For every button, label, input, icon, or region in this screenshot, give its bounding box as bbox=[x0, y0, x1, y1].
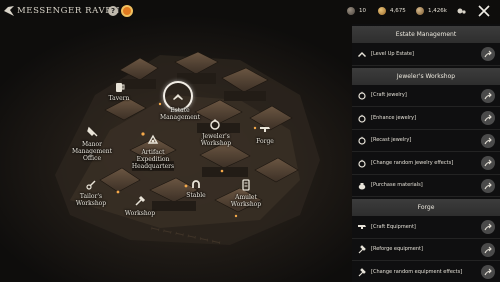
close-icon[interactable] bbox=[476, 3, 492, 19]
shortcut-row[interactable]: [Change random jewelry effects] bbox=[352, 152, 500, 175]
currency-gold: 4,675 bbox=[378, 6, 406, 16]
section-header: Forge bbox=[352, 199, 500, 216]
forge-icon[interactable] bbox=[258, 121, 272, 135]
currency-value: 4,675 bbox=[390, 8, 406, 14]
hammer-icon bbox=[358, 267, 366, 277]
go-arrow-icon bbox=[484, 92, 492, 99]
money-bag-icon bbox=[358, 183, 366, 190]
location-workshop[interactable]: Workshop bbox=[125, 210, 155, 217]
go-button[interactable] bbox=[481, 156, 495, 170]
shortcut-row[interactable]: [Recast jewelry] bbox=[352, 130, 500, 152]
workshop-icon[interactable] bbox=[133, 193, 147, 207]
shortcut-label: [Craft jewelry] bbox=[371, 92, 407, 99]
ring-icon bbox=[358, 114, 366, 123]
gold-coin-icon bbox=[378, 7, 386, 15]
shortcut-row[interactable]: [Craft Equipment] bbox=[352, 216, 500, 239]
currency-value: 1,426k bbox=[428, 8, 447, 14]
go-arrow-icon bbox=[484, 268, 492, 276]
top-bar: MESSENGER RAVEN ? 10 4,675 1,426k bbox=[0, 0, 500, 24]
shortcut-row[interactable]: [Change random equipment effects] bbox=[352, 261, 500, 282]
amulet-icon[interactable] bbox=[239, 177, 253, 191]
crown-coin-icon bbox=[416, 7, 424, 15]
go-arrow-icon bbox=[484, 114, 492, 122]
shortcut-row[interactable]: [Purchase materials] bbox=[352, 175, 500, 197]
raven-icon bbox=[4, 6, 14, 16]
settings-icon[interactable] bbox=[457, 7, 466, 15]
section-header: Jeweler's Workshop bbox=[352, 67, 500, 85]
shortcut-row[interactable]: [Craft jewelry] bbox=[352, 85, 500, 107]
shortcut-label: [Purchase materials] bbox=[371, 182, 423, 189]
medal-icon[interactable] bbox=[121, 5, 133, 17]
go-arrow-icon bbox=[484, 246, 492, 253]
go-button[interactable] bbox=[481, 220, 495, 234]
shortcut-label: [Level Up Estate] bbox=[371, 50, 414, 57]
go-button[interactable] bbox=[481, 133, 495, 148]
go-arrow-icon bbox=[484, 50, 492, 58]
jeweler-icon[interactable] bbox=[208, 116, 222, 130]
shortcut-label: [Recast jewelry] bbox=[371, 137, 412, 144]
help-button[interactable]: ? bbox=[108, 6, 118, 16]
ring-icon bbox=[358, 136, 366, 145]
tavern-icon[interactable] bbox=[112, 79, 126, 93]
shortcut-label: [Change random equipment effects] bbox=[371, 268, 463, 275]
shortcut-label: [Enhance jewelry] bbox=[371, 114, 417, 121]
shortcut-label: [Change random jewelry effects] bbox=[371, 159, 454, 166]
shortcut-row[interactable]: [Enhance jewelry] bbox=[352, 107, 500, 130]
go-button[interactable] bbox=[481, 265, 495, 279]
go-button[interactable] bbox=[481, 242, 495, 257]
anvil-icon bbox=[358, 224, 366, 229]
section-header: Estate Management bbox=[352, 26, 500, 43]
go-arrow-icon bbox=[484, 223, 492, 231]
location-jewelers-workshop[interactable]: Jeweler's Workshop bbox=[201, 133, 231, 147]
artifact-icon[interactable] bbox=[146, 132, 160, 146]
location-artifact-expedition-headquarters[interactable]: Artifact Expedition Headquarters bbox=[132, 149, 174, 170]
manor-icon[interactable] bbox=[85, 124, 99, 138]
location-tailors-workshop[interactable]: Tailor's Workshop bbox=[76, 193, 106, 207]
go-arrow-icon bbox=[484, 137, 492, 144]
shortcut-label: [Reforge equipment] bbox=[371, 246, 423, 253]
page-title: MESSENGER RAVEN bbox=[17, 6, 121, 16]
location-tavern[interactable]: Tavern bbox=[109, 95, 130, 102]
currency-crown: 1,426k bbox=[416, 6, 447, 16]
location-forge[interactable]: Forge bbox=[256, 138, 274, 145]
silver-coin-icon bbox=[347, 7, 355, 15]
go-arrow-icon bbox=[484, 182, 492, 189]
arrow-up-icon bbox=[358, 51, 366, 57]
shortcut-row[interactable]: [Level Up Estate] bbox=[352, 43, 500, 66]
location-amulet-workshop[interactable]: Amulet Workshop bbox=[231, 194, 261, 208]
tailor-icon[interactable] bbox=[84, 177, 98, 191]
location-manor-management-office[interactable]: Manor Management Office bbox=[72, 141, 112, 162]
go-button[interactable] bbox=[481, 111, 495, 125]
currency-value: 10 bbox=[359, 8, 366, 14]
go-button[interactable] bbox=[481, 47, 495, 61]
estate-icon[interactable] bbox=[171, 89, 185, 103]
ring-icon bbox=[358, 91, 366, 100]
ring-icon bbox=[358, 159, 366, 168]
location-stable[interactable]: Stable bbox=[186, 192, 205, 199]
shortcut-label: [Craft Equipment] bbox=[371, 223, 416, 230]
location-estate-management[interactable]: Estate Management bbox=[160, 107, 200, 121]
shortcut-row[interactable]: [Reforge equipment] bbox=[352, 239, 500, 261]
hammer-icon bbox=[358, 245, 366, 254]
go-button[interactable] bbox=[481, 88, 495, 103]
shortcut-panel: Estate Management [Level Up Estate] Jewe… bbox=[352, 24, 500, 282]
go-button[interactable] bbox=[481, 178, 495, 193]
go-arrow-icon bbox=[484, 159, 492, 167]
currency-silver: 10 bbox=[347, 6, 366, 16]
currency-extra[interactable] bbox=[457, 6, 466, 16]
horseshoe-icon[interactable] bbox=[189, 176, 203, 190]
